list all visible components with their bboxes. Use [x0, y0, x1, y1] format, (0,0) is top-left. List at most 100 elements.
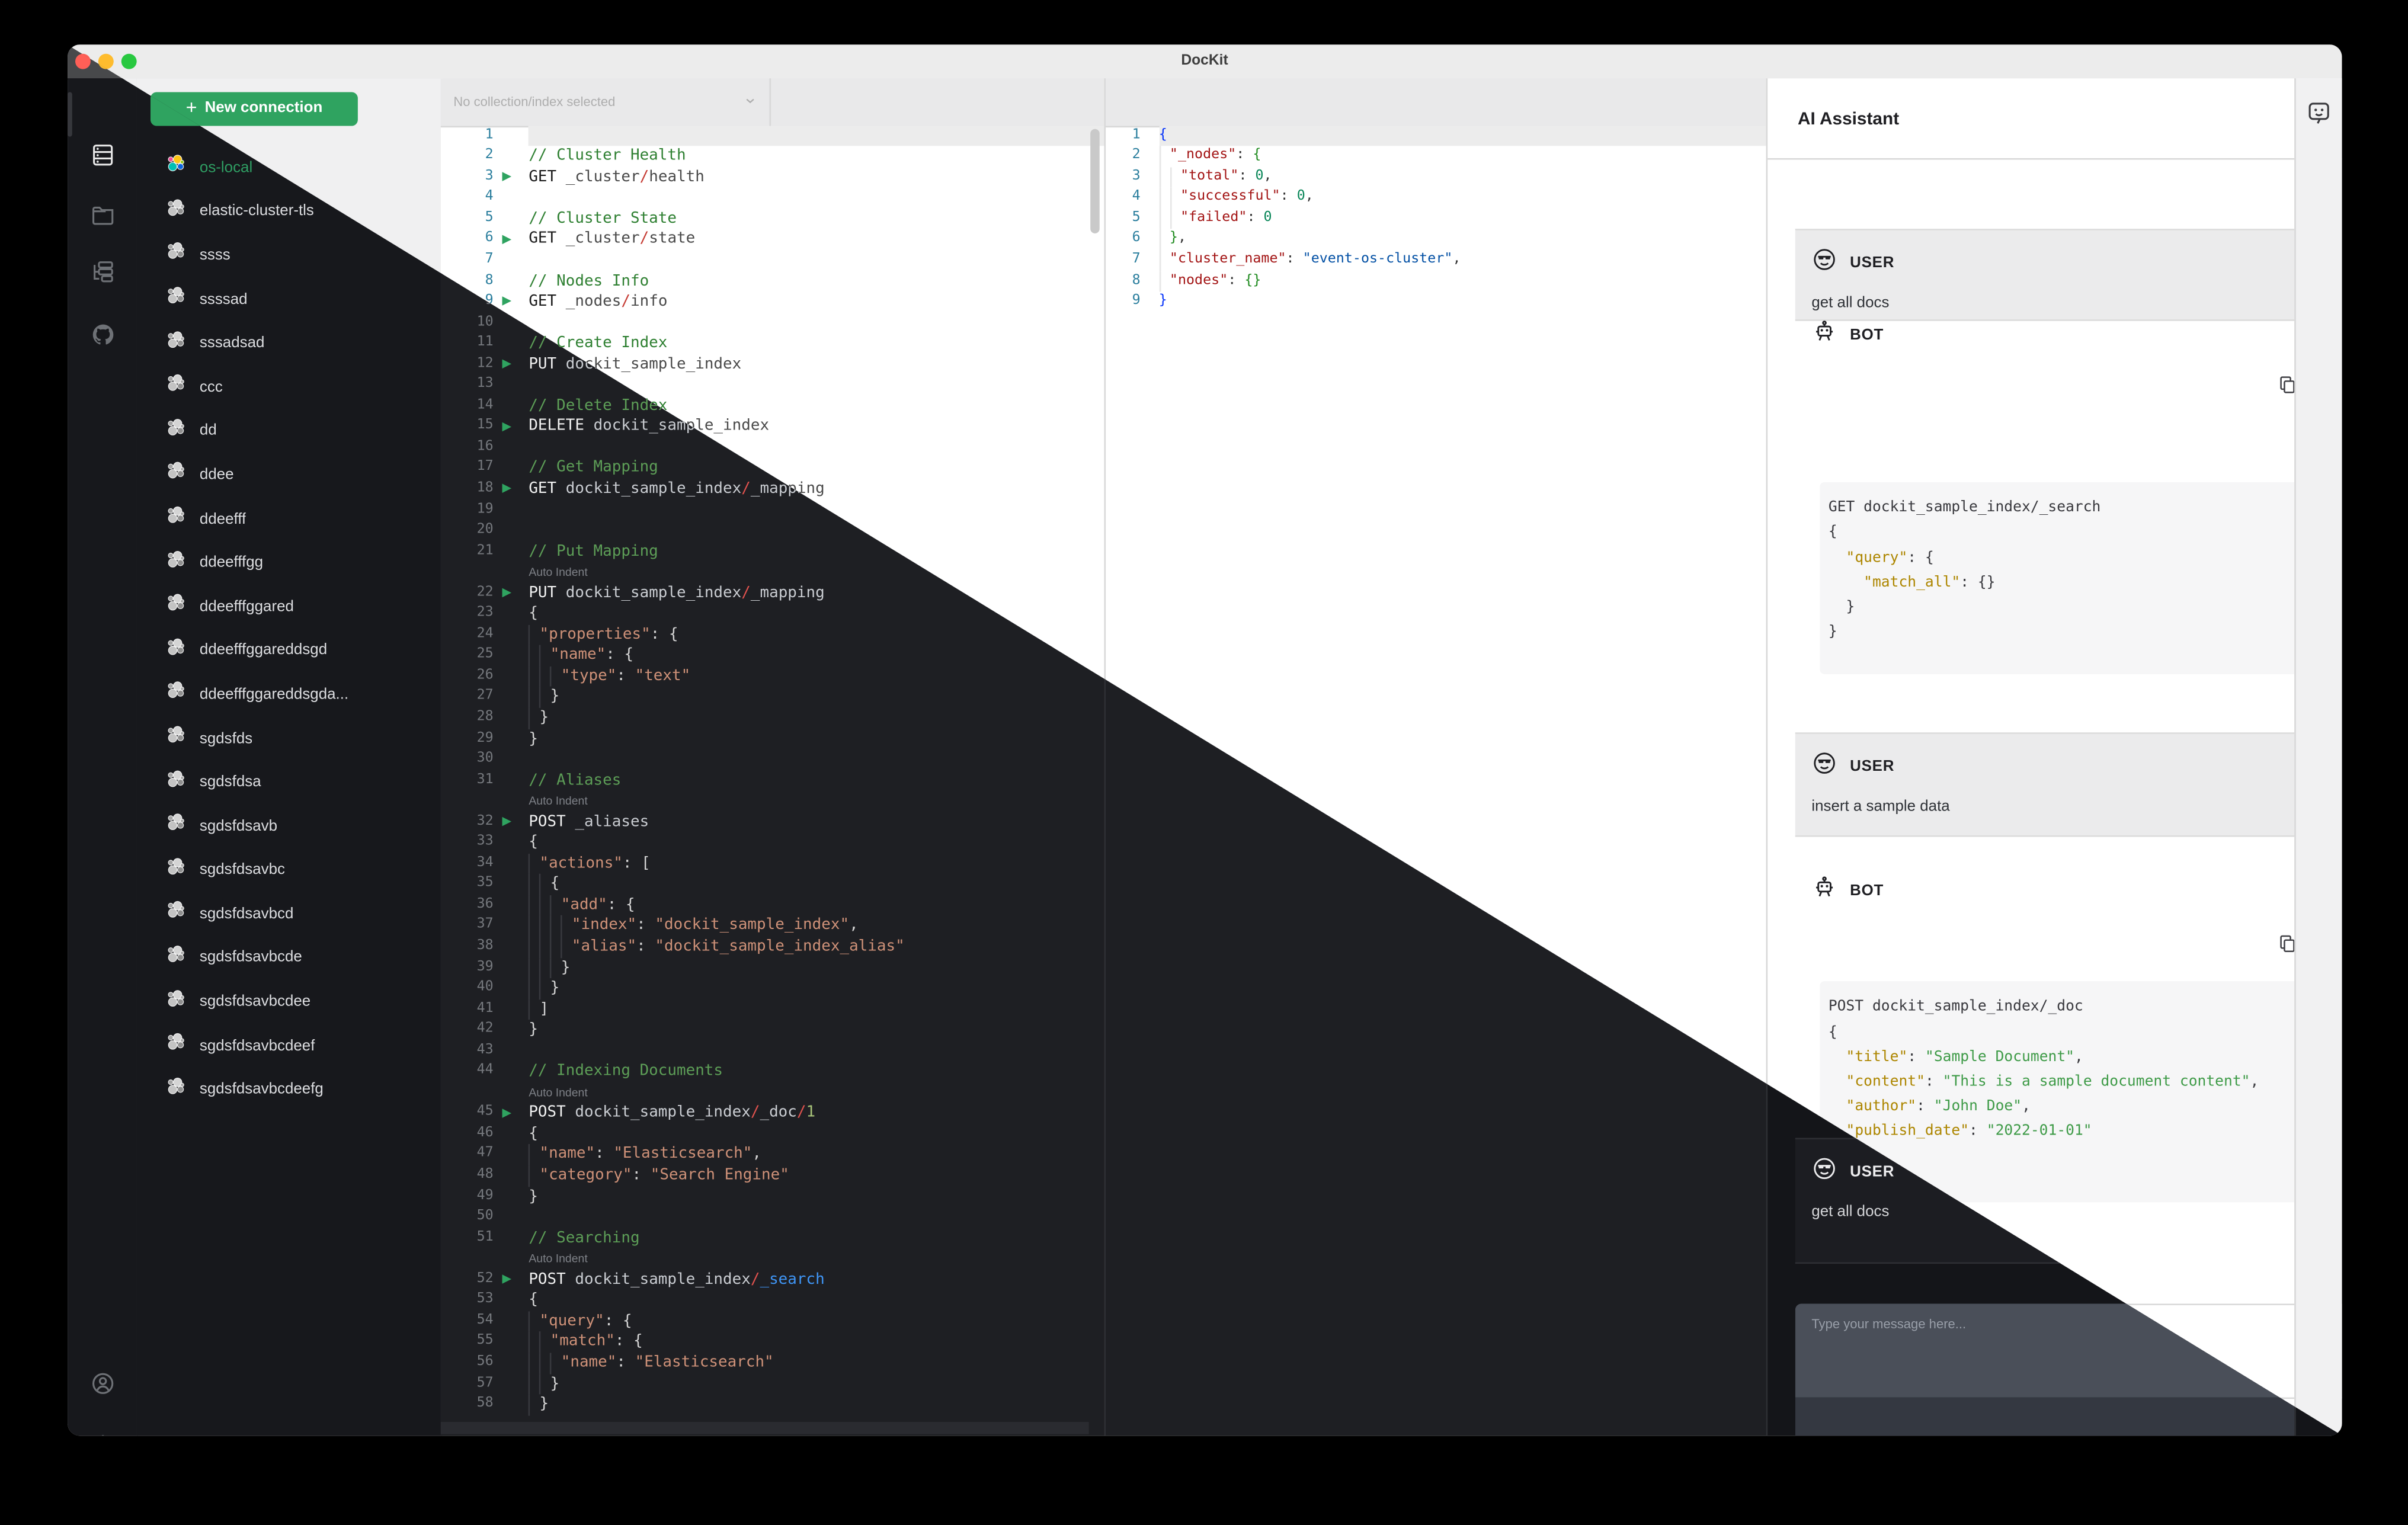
elastic-gray-icon [166, 725, 186, 752]
collection-select[interactable]: No collection/index selected [453, 78, 771, 126]
connection-item[interactable]: ddeefffggared [137, 585, 441, 629]
code-line: 42} [476, 1021, 538, 1039]
chevron-down-icon [744, 94, 757, 111]
connection-item[interactable]: sgdsfds [137, 717, 441, 761]
connection-item[interactable]: sgdsfdsavbcdee [137, 980, 441, 1024]
auto-indent-lens[interactable]: Auto Indent [441, 791, 1104, 812]
run-query-button[interactable] [502, 816, 512, 826]
user-label: USER [1850, 1164, 1895, 1181]
code-line: 53{ [476, 1292, 538, 1309]
activity-item-user[interactable] [67, 1364, 137, 1410]
activity-bar [66, 78, 139, 1436]
code-line: 9GET _nodes/info [485, 293, 668, 310]
run-query-button[interactable] [502, 421, 512, 431]
connection-item[interactable]: ddeefffggareddsgd [137, 629, 441, 672]
connection-item[interactable]: sgdsfdsavb [137, 805, 441, 848]
editor-toolbar: No collection/index selected [441, 78, 1104, 127]
code-line: 2"_nodes": { [1105, 146, 1767, 167]
run-query-button[interactable] [502, 1108, 512, 1118]
titlebar: DocKit [66, 44, 2343, 80]
connection-item[interactable]: sgdsfdsavbcdeefg [137, 1068, 441, 1112]
user-message-text: get all docs [1811, 295, 1890, 312]
code-line: 4"successful": 0, [1105, 188, 1767, 209]
bot-label: BOT [1850, 883, 1884, 901]
code-line: 24"properties": { [441, 624, 1104, 646]
message-input-footer [1794, 1397, 2343, 1436]
elastic-gray-icon [166, 988, 186, 1016]
activity-item-collections[interactable] [67, 253, 137, 299]
connection-name: ssssad [199, 291, 248, 308]
feedback-chat-icon[interactable] [2307, 100, 2331, 124]
screenshot-stage: DocKit + New connection os-local elastic-… [0, 0, 2408, 1525]
connection-item[interactable]: ddeefff [137, 497, 441, 541]
activity-item-gear[interactable] [67, 1425, 137, 1436]
elastic-gray-icon [166, 242, 186, 270]
editor-vertical-scrollbar[interactable] [1090, 129, 1099, 233]
connection-item[interactable]: sgdsfdsavbcde [137, 936, 441, 980]
elastic-gray-icon [166, 944, 186, 972]
connection-name: sgdsfdsavbcde [199, 950, 302, 967]
connection-item[interactable]: sgdsfdsavbcd [137, 892, 441, 936]
connection-item[interactable]: ddeefffggareddsgda... [137, 673, 441, 717]
code-line: 51// Searching [476, 1229, 640, 1247]
code-line: 26"type": "text" [441, 666, 1104, 687]
code-line: 3GET _cluster/health [485, 168, 705, 186]
elastic-gray-icon [166, 768, 186, 796]
run-query-button[interactable] [502, 297, 512, 306]
code-line: 50 [476, 1209, 494, 1225]
bot-label: BOT [1850, 327, 1884, 344]
bot-message-header: BOT [1795, 877, 1884, 904]
code-line: 9} [1132, 293, 1167, 309]
code-line: 29} [476, 730, 538, 748]
code-line: 27} [441, 687, 1104, 708]
run-query-button[interactable] [502, 359, 512, 369]
activity-item-servers[interactable] [67, 135, 137, 181]
code-line: 32POST _aliases [476, 813, 649, 831]
code-line: 55"match": { [441, 1332, 1104, 1353]
connection-item[interactable]: sgdsfdsavbcdeef [137, 1024, 441, 1068]
gear-icon [90, 1432, 114, 1436]
code-line: 46{ [476, 1125, 538, 1143]
connection-name: sgdsfdsavbcdeefg [199, 1081, 324, 1098]
code-line: 28} [441, 707, 1104, 729]
code-line: 7 [485, 251, 494, 267]
run-query-button[interactable] [502, 234, 512, 244]
code-line: 57} [441, 1373, 1104, 1395]
editor-horizontal-scrollbar[interactable] [441, 1422, 1088, 1434]
user-label: USER [1850, 759, 1895, 776]
code-line: 48"category": "Search Engine" [441, 1165, 1104, 1187]
auto-indent-lens[interactable]: Auto Indent [441, 1249, 1104, 1270]
copy-icon[interactable] [2277, 374, 2297, 396]
code-line: 25"name": { [441, 645, 1104, 667]
connection-item[interactable]: dd [137, 409, 441, 453]
code-line: 36"add": { [441, 895, 1104, 916]
elastic-gray-icon [166, 198, 186, 226]
run-query-button[interactable] [502, 588, 512, 598]
user-message-text: insert a sample data [1811, 799, 1950, 816]
auto-indent-lens[interactable]: Auto Indent [441, 1082, 1104, 1103]
connection-item[interactable]: ccc [137, 366, 441, 409]
connection-name: ddeefffggared [199, 598, 294, 616]
connection-item[interactable]: sssadsad [137, 322, 441, 366]
connection-name: ddeefffggareddsgd [199, 642, 328, 659]
code-line: 4 [485, 189, 494, 205]
servers-icon [90, 142, 114, 174]
activity-item-folder[interactable] [67, 196, 137, 242]
activity-item-github[interactable] [67, 315, 137, 361]
robot-icon [1811, 876, 1836, 908]
elastic-color-icon [166, 154, 186, 182]
connection-name: sgdsfdsavbcdeef [199, 1037, 315, 1055]
code-line: 49} [476, 1187, 538, 1205]
copy-icon[interactable] [2277, 934, 2297, 956]
code-line: 6}, [1105, 229, 1767, 251]
connection-item[interactable]: sgdsfdsa [137, 761, 441, 805]
connection-item[interactable]: sgdsfdsavbc [137, 848, 441, 892]
run-query-button[interactable] [502, 484, 512, 494]
run-query-button[interactable] [502, 1274, 512, 1284]
run-query-button[interactable] [502, 172, 512, 182]
connection-item[interactable]: ddeefffgg [137, 541, 441, 585]
connection-item[interactable]: ssssad [137, 278, 441, 322]
connection-name: sssadsad [199, 335, 265, 352]
connection-name: dd [199, 422, 217, 440]
connection-item[interactable]: ddee [137, 453, 441, 497]
